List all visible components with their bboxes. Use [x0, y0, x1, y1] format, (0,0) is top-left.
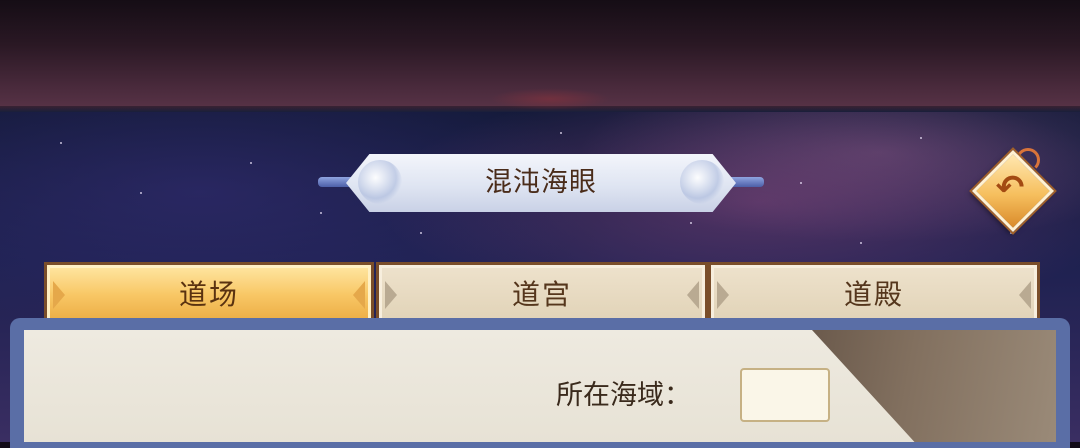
- back-button[interactable]: ↶: [971, 148, 1055, 233]
- sea-region-field[interactable]: [740, 368, 830, 422]
- tab-ornament-right: [353, 281, 365, 309]
- tab-label: 道宫: [511, 278, 572, 311]
- tab-ornament-right: [1019, 281, 1031, 309]
- page-title: 混沌海眼: [485, 167, 597, 198]
- star: [420, 232, 422, 234]
- tab-ornament-left: [385, 281, 397, 309]
- sea-region-label: 所在海域：: [556, 380, 691, 411]
- tab-label: 道场: [178, 278, 239, 311]
- tab-ornament-right: [687, 281, 699, 309]
- star: [920, 137, 922, 139]
- star: [250, 162, 252, 164]
- tab-ornament-left: [717, 281, 729, 309]
- tab-ornament-left: [53, 281, 65, 309]
- return-arrow-icon: ↶: [995, 168, 1025, 208]
- star: [690, 222, 692, 224]
- star: [1010, 232, 1012, 234]
- title-scroll: 混沌海眼: [318, 152, 764, 214]
- star: [140, 192, 142, 194]
- star: [560, 132, 562, 134]
- tab-label: 道殿: [843, 278, 904, 311]
- banner-ornament: [490, 88, 610, 110]
- star: [60, 142, 62, 144]
- star: [860, 242, 862, 244]
- star: [800, 182, 802, 184]
